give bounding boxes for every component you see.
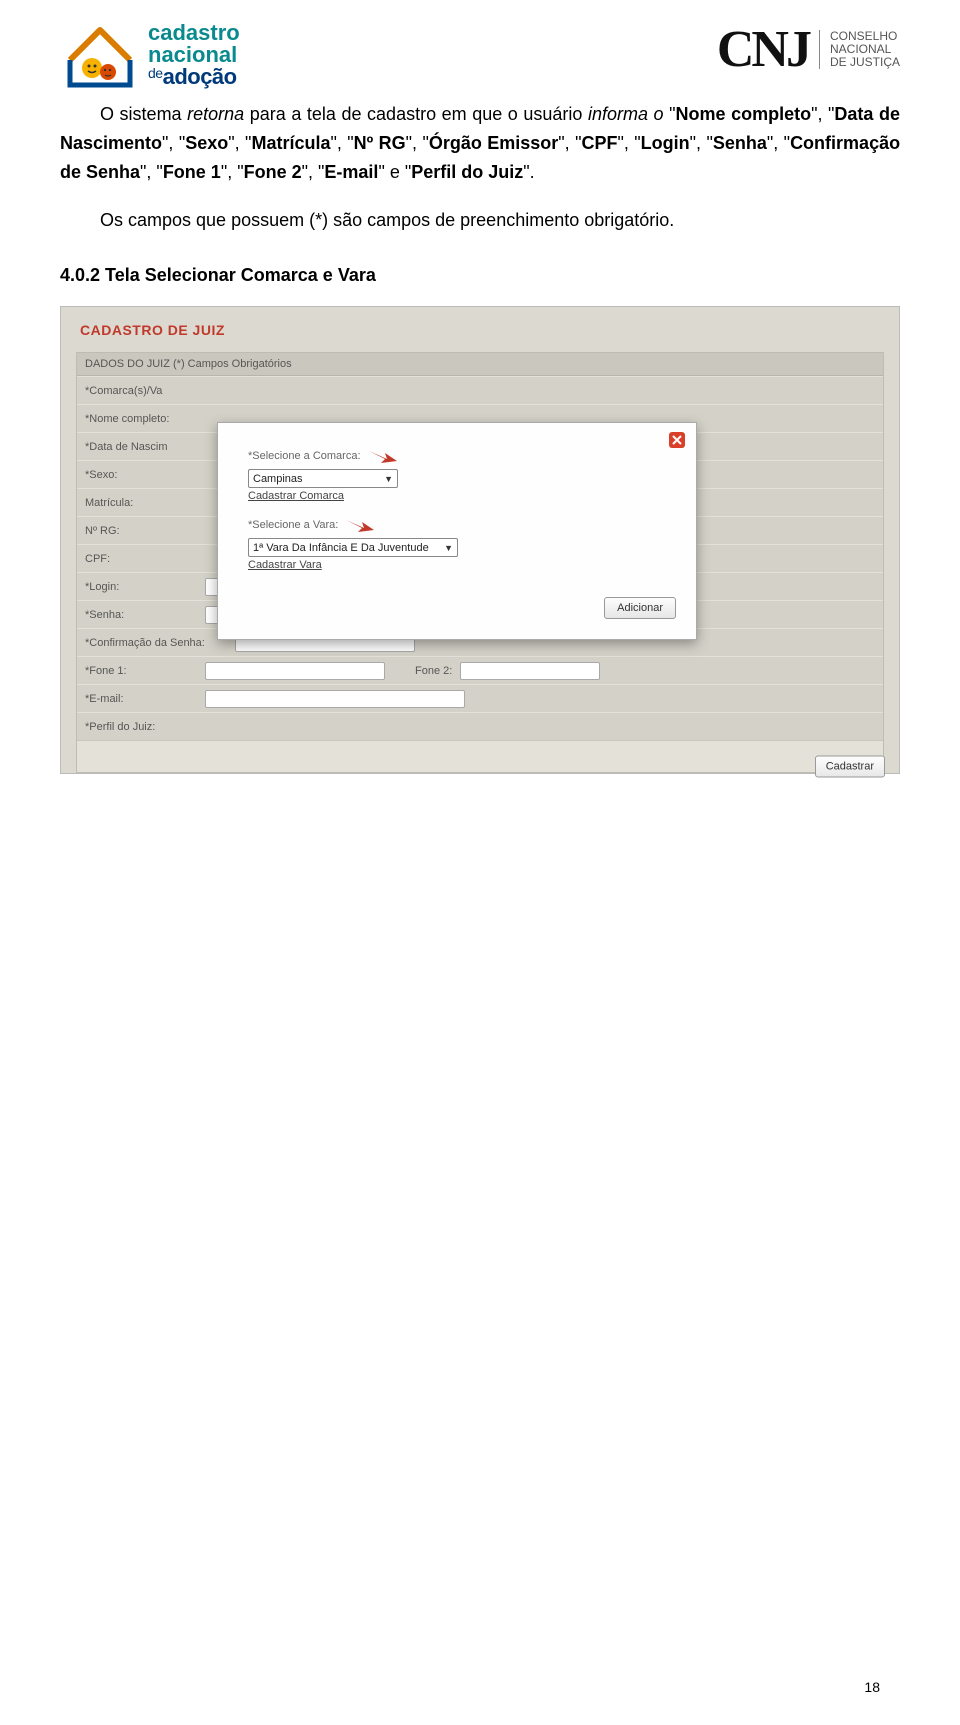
panel-header: DADOS DO JUIZ (*) Campos Obrigatórios — [77, 353, 883, 376]
house-family-icon — [60, 20, 140, 90]
cadastrar-comarca-link[interactable]: Cadastrar Comarca — [248, 490, 676, 502]
arrow-icon — [367, 447, 399, 465]
chevron-down-icon: ▼ — [384, 474, 393, 484]
row-fone: *Fone 1: Fone 2: — [77, 656, 883, 684]
panel-footer: Cadastrar — [77, 740, 883, 772]
cnj-name: CONSELHO NACIONAL DE JUSTIÇA — [819, 30, 900, 70]
chevron-down-icon: ▼ — [444, 543, 453, 553]
cadastrar-vara-link[interactable]: Cadastrar Vara — [248, 559, 676, 571]
row-perfil: *Perfil do Juiz: — [77, 712, 883, 740]
embedded-screenshot: CADASTRO DE JUIZ DADOS DO JUIZ (*) Campo… — [60, 306, 900, 774]
label-select-comarca: *Selecione a Comarca: — [248, 447, 676, 465]
form-panel: DADOS DO JUIZ (*) Campos Obrigatórios *C… — [76, 352, 884, 773]
adicionar-button[interactable]: Adicionar — [604, 597, 676, 619]
header-logos: cadastro nacional deadoção CNJ CONSELHO … — [60, 20, 900, 90]
select-comarca-vara-modal: *Selecione a Comarca: Campinas▼ Cadastra… — [217, 422, 697, 640]
row-email: *E-mail: — [77, 684, 883, 712]
logo-cna-text: cadastro nacional deadoção — [148, 22, 240, 88]
section-heading: 4.0.2 Tela Selecionar Comarca e Vara — [60, 265, 900, 286]
label-select-vara: *Selecione a Vara: — [248, 516, 676, 534]
cnj-acronym: CNJ — [717, 20, 809, 79]
page-number: 18 — [864, 1679, 880, 1695]
logo-line2: nacional — [148, 44, 240, 66]
paragraph-2: Os campos que possuem (*) são campos de … — [60, 206, 900, 235]
arrow-icon — [344, 516, 376, 534]
form-rows: *Comarca(s)/Va *Nome completo: *Data de … — [77, 376, 883, 772]
logo-cna: cadastro nacional deadoção — [60, 20, 240, 90]
fone1-input[interactable] — [205, 662, 385, 680]
logo-line3: deadoção — [148, 66, 240, 88]
logo-line1: cadastro — [148, 22, 240, 44]
form-title: CADASTRO DE JUIZ — [76, 322, 884, 338]
row-comarca: *Comarca(s)/Va — [77, 376, 883, 404]
logo-cnj: CNJ CONSELHO NACIONAL DE JUSTIÇA — [717, 20, 900, 79]
vara-select[interactable]: 1ª Vara Da Infância E Da Juventude▼ — [248, 538, 458, 557]
email-input[interactable] — [205, 690, 465, 708]
paragraph-1: O sistema retorna para a tela de cadastr… — [60, 100, 900, 186]
fone2-input[interactable] — [460, 662, 600, 680]
close-icon[interactable] — [668, 431, 686, 449]
comarca-select[interactable]: Campinas▼ — [248, 469, 398, 488]
cadastrar-button[interactable]: Cadastrar — [815, 756, 885, 778]
